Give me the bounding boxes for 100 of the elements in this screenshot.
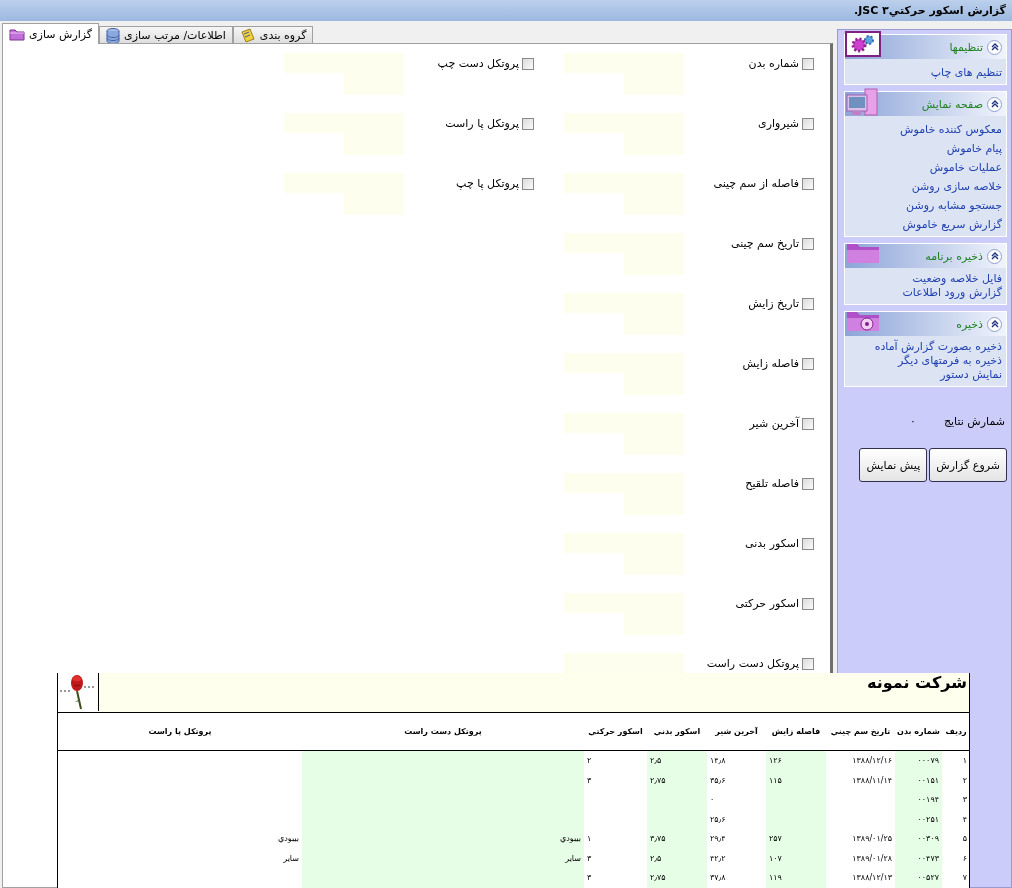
window-title: گزارش اسکور حرکتي۳ JSC. [853,4,1006,17]
checkbox[interactable] [802,597,814,610]
column-header: ردیف [942,713,970,751]
checkbox-label: فاصله از سم چینی [713,177,799,190]
table-cell: ۴ [962,814,967,824]
checkbox-label: شماره بدن [748,57,799,70]
table-cell: ۲۹٫۴ [710,834,726,844]
chevrons-icon [989,99,1000,109]
panel-link[interactable]: ذخیره بصورت گزارش آماده [874,340,1002,353]
checkbox[interactable] [802,657,814,670]
table-cell: ۱۳۸۹/۰۱/۲۸ [852,853,892,863]
tab[interactable]: گروه بندی [232,26,314,44]
table-cell: ۲٫۷۵ [650,873,666,883]
table-cell: ۲٫۵ [650,756,662,766]
checkbox-label: تاریخ زایش [748,297,799,310]
checkbox-label: تاریخ سم چینی [730,237,799,250]
chevrons-icon [989,319,1000,329]
panel-link[interactable]: جستجو مشابه روشن [906,199,1002,212]
checkbox[interactable] [802,237,814,250]
checkbox[interactable] [522,177,534,190]
table-cell: ۱۰۷ [769,853,782,863]
table-cell: ۲۵٫۶ [710,814,726,824]
checkbox[interactable] [802,177,814,190]
column-header: اسکور حرکتي [584,713,647,751]
table-cell: ۳ [587,873,592,883]
checkbox[interactable] [802,57,814,70]
panel-link[interactable]: عملیات خاموش [929,161,1002,174]
table-cell: ۵ [962,834,967,844]
table-cell: ۰۰۴۷۳ [917,853,939,863]
table-cell: بيبودي [560,834,581,844]
panel-link[interactable]: خلاصه سازی روشن [911,180,1002,193]
table-cell: ۱۳۸۸/۱۲/۱۳ [852,873,892,883]
checkbox[interactable] [802,477,814,490]
column-header: پروتکل دست راست [302,713,584,751]
checkbox[interactable] [522,57,534,70]
checkbox-label: اسکور بدنی [745,537,799,550]
table-cell: ۰ [710,795,715,805]
checkbox-label: اسکور حرکتی [735,597,799,610]
panel-link[interactable]: تنظیم های چاپ [930,66,1002,79]
panel-link[interactable]: ذخیره به فرمتهای دیگر [898,354,1002,367]
table-cell: ۰۰۳۰۹ [917,834,939,844]
panel-title: صفحه نمایش [921,97,983,111]
table-cell: ۲ [962,775,967,785]
table-cell: ۰۰۲۵۱ [917,814,939,824]
table-cell: ۰۰۰۷۹ [917,756,939,766]
table-cell: ۷ [962,873,967,883]
checkbox[interactable] [802,537,814,550]
panel-link[interactable]: پیام خاموش [946,142,1002,155]
checkbox[interactable] [802,117,814,130]
column-header: پروتکل پا راست [58,713,302,751]
collapse-button[interactable] [987,39,1002,55]
table-cell: ۰۰۵۲۷ [917,873,939,883]
table-cell: ۲ [587,756,592,766]
table-cell: ۱۱۵ [769,775,782,785]
table-cell: ۳ [587,775,592,785]
panel-title: ذخیره برنامه [925,249,983,263]
database-icon [106,27,121,44]
computer-icon [845,88,881,118]
note-icon [239,27,256,44]
chevrons-icon [989,251,1000,261]
checkbox[interactable] [802,297,814,310]
table-cell: ۳٫۷۵ [650,834,666,844]
table-cell: ۰۰۱۵۱ [917,775,939,785]
checkbox[interactable] [802,357,814,370]
checkbox-label: آخرین شیر [749,417,799,430]
checkbox[interactable] [802,417,814,430]
column-header: فاصله زايش [766,713,826,751]
panel-link[interactable]: فایل خلاصه وضعیت [912,272,1002,285]
collapse-button[interactable] [987,96,1002,112]
table-cell: ۳۵٫۶ [710,775,726,785]
tab[interactable]: گزارش سازی [2,23,100,44]
panel-link[interactable]: نمایش دستور [940,368,1002,381]
table-cell: ۳ [962,795,967,805]
panel-title: ذخیره [956,317,983,331]
panel-link[interactable]: گزارش سریع خاموش [902,218,1002,231]
table-cell: ۱۳۸۸/۱۲/۱۶ [852,756,892,766]
column-header: تاریخ سم چيني [826,713,895,751]
action-button[interactable]: پیش نمایش [859,448,928,482]
folder-icon [9,27,25,41]
tab[interactable]: اطلاعات/ مرتب سازی [99,26,233,44]
table-cell: ساير [565,853,581,863]
table-cell: ۱ [587,834,592,844]
table-cell: ۳۷٫۸ [710,873,726,883]
checkbox-label: فاصله زایش [742,357,799,370]
collapse-button[interactable] [987,248,1002,264]
table-cell: ۲۵۷ [769,834,782,844]
panel-link[interactable]: گزارش ورود اطلاعات [902,286,1002,299]
table-cell: بيبودي [278,834,299,844]
checkbox[interactable] [522,117,534,130]
column-header: شماره بدن [895,713,942,751]
table-cell: ۱۳۸۸/۱۱/۱۴ [852,775,892,785]
column-header: اسکور بدني [647,713,707,751]
table-cell: ۱۱۹ [769,873,782,883]
table-cell: ۴۲٫۲ [710,853,726,863]
table-cell: ۱ [962,756,967,766]
collapse-button[interactable] [987,316,1002,332]
action-button[interactable]: شروع گزارش [929,448,1007,482]
panel-link[interactable]: معکوس کننده خاموش [900,123,1002,136]
table-cell: ۲٫۵ [650,853,662,863]
count-value: ۰ [910,415,916,428]
